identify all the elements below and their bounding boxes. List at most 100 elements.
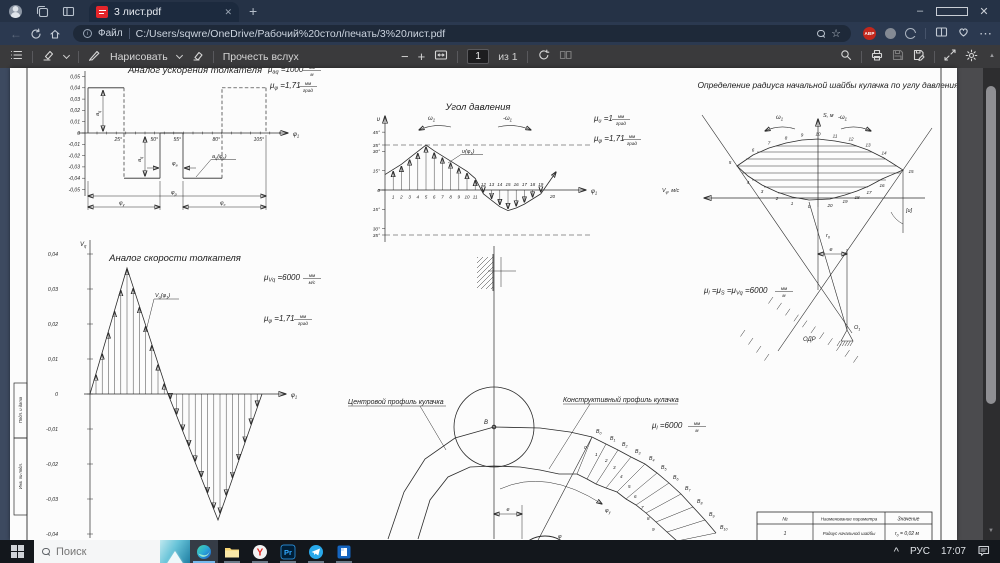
svg-text:ОДР: ОДР [803, 337, 816, 343]
svg-text:S, м: S, м [823, 113, 834, 119]
scale-formula: μl =μS =μVq =6000 ммм [703, 286, 793, 298]
svg-text:0: 0 [55, 392, 58, 398]
extension-icon-2[interactable] [905, 28, 917, 39]
svg-text:30°: 30° [373, 149, 380, 155]
svg-text:-0,05: -0,05 [69, 187, 81, 193]
scale-formula: μφ =1,71 мм град [269, 81, 317, 93]
save-as-icon[interactable] [913, 49, 925, 64]
split-screen-icon[interactable] [935, 25, 948, 43]
browser-essentials-icon[interactable] [957, 25, 970, 43]
svg-text:0,02: 0,02 [48, 322, 58, 328]
new-tab-button[interactable]: + [249, 3, 257, 19]
search-highlight-art[interactable] [160, 540, 190, 563]
page-view-icon [559, 49, 573, 64]
tray-expand-icon[interactable]: ^ [894, 546, 899, 558]
taskbar-search-input[interactable] [56, 545, 136, 558]
svg-text:μυ =1: μυ =1 [593, 114, 613, 125]
svg-text:30°: 30° [373, 226, 380, 232]
read-aloud-button[interactable]: Прочесть вслух [223, 51, 299, 63]
adblock-extension-icon[interactable]: ABP [863, 27, 877, 40]
refresh-icon[interactable] [28, 27, 44, 40]
search-page-icon[interactable] [817, 29, 825, 38]
svg-text:φв: φв [172, 161, 178, 168]
svg-text:φу: φу [605, 508, 612, 515]
engineering-drawing: φ1 0,05 0,04 0,03 0,02 0,01 0 -0,01 -0,02 -0,03 -0… [13, 65, 959, 563]
browser-tab[interactable]: 3 лист.pdf ✕ [89, 2, 239, 22]
rotate-icon[interactable] [537, 49, 550, 64]
svg-text:5: 5 [425, 195, 428, 200]
svg-text:B: B [484, 420, 488, 426]
scrollbar-down-icon[interactable]: ▼ [988, 528, 994, 534]
zoom-in-button[interactable]: + [418, 49, 426, 64]
search-document-icon[interactable] [840, 49, 852, 64]
svg-text:0,01: 0,01 [48, 357, 58, 363]
svg-text:12: 12 [481, 182, 487, 187]
eraser-icon[interactable] [191, 49, 204, 64]
svg-text:Y: Y [257, 547, 264, 558]
settings-gear-icon[interactable] [965, 49, 978, 65]
home-icon[interactable] [47, 28, 63, 40]
svg-text:15: 15 [908, 169, 914, 174]
window-minimize-button[interactable]: – [904, 0, 936, 22]
taskbar-yandex-icon[interactable]: Y [246, 540, 274, 563]
start-button[interactable] [0, 540, 34, 563]
svg-text:16: 16 [514, 182, 520, 187]
chevron-down-icon[interactable] [175, 51, 183, 59]
profile-avatar-icon[interactable] [9, 4, 22, 18]
svg-text:Аналог ускорения толкателя: Аналог ускорения толкателя [127, 68, 262, 76]
back-icon[interactable]: ← [8, 27, 24, 41]
more-menu-icon[interactable]: ⋯ [979, 26, 992, 42]
svg-text:5: 5 [729, 160, 732, 165]
draw-pen-icon[interactable] [88, 49, 101, 64]
svg-text:B1: B1 [610, 436, 615, 443]
scrollbar-up-icon[interactable]: ▲ [989, 53, 995, 59]
svg-text:-0,03: -0,03 [69, 165, 81, 171]
taskbar-telegram-icon[interactable] [302, 540, 330, 563]
taskbar-explorer-icon[interactable] [218, 540, 246, 563]
tab-actions-icon[interactable] [55, 5, 81, 18]
taskbar-edge-icon[interactable] [190, 540, 218, 563]
velocity-chart: Vq φ1 0,04 0,03 0,02 0,01 0 -0,01 -0,02 -0,03 -0,0… [46, 240, 297, 538]
tab-close-icon[interactable]: ✕ [224, 7, 232, 18]
language-indicator[interactable]: РУС [910, 546, 930, 557]
svg-text:9: 9 [652, 527, 655, 532]
taskbar-app-icon[interactable] [330, 540, 358, 563]
window-close-button[interactable]: ✕ [968, 0, 1000, 22]
svg-text:B6: B6 [673, 475, 678, 482]
taskbar-premiere-icon[interactable]: Pr [274, 540, 302, 563]
page-info-icon[interactable]: i [83, 29, 93, 38]
clock[interactable]: 17:07 [941, 546, 966, 557]
svg-text:мм: мм [781, 286, 788, 291]
svg-text:град: град [298, 321, 308, 326]
svg-text:μφ =1,71: μφ =1,71 [269, 81, 301, 92]
fit-to-width-icon[interactable] [434, 49, 448, 64]
scrollbar-thumb[interactable] [986, 86, 996, 404]
fullscreen-icon[interactable] [944, 49, 956, 64]
window-maximize-button[interactable] [936, 0, 968, 22]
workspaces-icon[interactable] [29, 5, 55, 18]
toc-icon[interactable] [10, 49, 23, 64]
scale-formula: μφ =1,71 мм град [593, 134, 641, 146]
print-icon[interactable] [871, 49, 883, 64]
svg-text:8: 8 [449, 195, 452, 200]
taskbar-search[interactable] [34, 540, 190, 563]
page-number-input[interactable] [467, 49, 490, 64]
svg-text:B0: B0 [596, 429, 601, 436]
url-field[interactable]: i Файл C:/Users/sqwre/OneDrive/Рабочий%2… [73, 25, 852, 42]
notification-icon[interactable] [977, 544, 990, 559]
svg-text:35°: 35° [373, 233, 380, 239]
svg-text:13: 13 [865, 143, 871, 148]
svg-text:18: 18 [530, 182, 536, 187]
svg-text:3: 3 [761, 189, 764, 194]
zoom-out-button[interactable]: − [401, 49, 409, 64]
svg-text:-ω1: -ω1 [838, 115, 847, 122]
svg-text:μl =μS =μVq =6000: μl =μS =μVq =6000 [703, 286, 768, 297]
extension-icon[interactable] [885, 28, 897, 39]
favorite-star-icon[interactable]: ☆ [831, 27, 841, 40]
svg-text:8: 8 [647, 516, 650, 521]
svg-text:6: 6 [433, 195, 436, 200]
chevron-down-icon[interactable] [62, 51, 71, 59]
pressure-angle-chart: υφ145°35°30°15°015°30°35°1 2 3 4 5 6 7 8 9 10 1112… [373, 102, 597, 242]
draw-button[interactable]: Нарисовать [110, 51, 168, 63]
highlighter-icon[interactable] [42, 49, 55, 64]
